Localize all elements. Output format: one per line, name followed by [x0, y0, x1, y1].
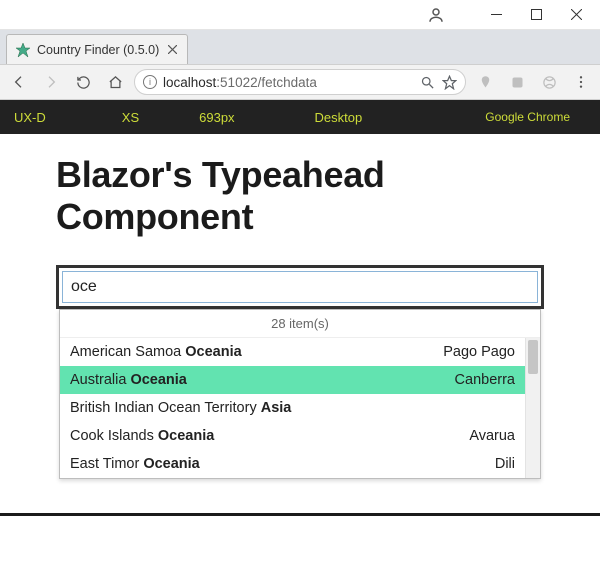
- toolbar: i localhost:51022/fetchdata: [0, 64, 600, 100]
- site-info-icon[interactable]: i: [143, 75, 157, 89]
- typeahead-dropdown: 28 item(s) American Samoa OceaniaPago Pa…: [59, 309, 541, 479]
- dropdown-item[interactable]: British Indian Ocean Territory Asia: [60, 394, 525, 422]
- typeahead: 28 item(s) American Samoa OceaniaPago Pa…: [56, 265, 544, 309]
- forward-button: [38, 69, 64, 95]
- ux-width: 693px: [179, 110, 254, 125]
- profile-icon[interactable]: [425, 4, 447, 26]
- ux-browser: Google Chrome: [465, 110, 590, 124]
- tab-title: Country Finder (0.5.0): [37, 43, 159, 57]
- page-content: Blazor's Typeahead Component 28 item(s) …: [0, 134, 600, 309]
- typeahead-input-wrap: [56, 265, 544, 309]
- scrollbar[interactable]: [525, 338, 540, 478]
- url-text: localhost:51022/fetchdata: [163, 75, 317, 90]
- browser-tab[interactable]: Country Finder (0.5.0): [6, 34, 188, 64]
- dropdown-item-label: East Timor Oceania: [70, 456, 495, 472]
- dropdown-item[interactable]: Australia OceaniaCanberra: [60, 366, 525, 394]
- window-titlebar: [0, 0, 600, 30]
- ux-bp: XS: [102, 110, 159, 125]
- dropdown-item-label: American Samoa Oceania: [70, 344, 443, 360]
- dropdown-item-capital: Avarua: [469, 428, 515, 444]
- ux-device: Desktop: [295, 110, 383, 125]
- back-button[interactable]: [6, 69, 32, 95]
- dropdown-item[interactable]: East Timor OceaniaDili: [60, 450, 525, 478]
- close-window-button[interactable]: [556, 0, 596, 30]
- reload-button[interactable]: [70, 69, 96, 95]
- minimize-button[interactable]: [476, 0, 516, 30]
- maximize-button[interactable]: [516, 0, 556, 30]
- ext1-icon[interactable]: [472, 69, 498, 95]
- address-bar[interactable]: i localhost:51022/fetchdata: [134, 69, 466, 95]
- dropdown-item-capital: Canberra: [455, 372, 515, 388]
- ux-debug-bar: UX-D XS 693px Desktop Google Chrome: [0, 100, 600, 134]
- scrollbar-thumb[interactable]: [528, 340, 538, 374]
- dropdown-item-label: Cook Islands Oceania: [70, 428, 469, 444]
- dropdown-item[interactable]: American Samoa OceaniaPago Pago: [60, 338, 525, 366]
- ux-brand: UX-D: [0, 110, 66, 125]
- ext2-icon[interactable]: [504, 69, 530, 95]
- divider-line: [0, 513, 600, 516]
- dropdown-item[interactable]: Cook Islands OceaniaAvarua: [60, 422, 525, 450]
- home-button[interactable]: [102, 69, 128, 95]
- favicon-icon: [15, 42, 31, 58]
- dropdown-item-label: British Indian Ocean Territory Asia: [70, 400, 515, 416]
- dropdown-item-capital: Dili: [495, 456, 515, 472]
- tab-strip: Country Finder (0.5.0): [0, 30, 600, 64]
- dropdown-item-label: Australia Oceania: [70, 372, 455, 388]
- dropdown-item-capital: Pago Pago: [443, 344, 515, 360]
- bookmark-icon[interactable]: [441, 74, 457, 90]
- menu-button[interactable]: [568, 69, 594, 95]
- close-tab-icon[interactable]: [165, 43, 179, 57]
- zoom-icon[interactable]: [419, 74, 435, 90]
- ext3-icon[interactable]: [536, 69, 562, 95]
- dropdown-count: 28 item(s): [60, 310, 540, 338]
- typeahead-input[interactable]: [62, 271, 538, 303]
- page-title: Blazor's Typeahead Component: [56, 154, 544, 239]
- dropdown-list: American Samoa OceaniaPago PagoAustralia…: [60, 338, 525, 478]
